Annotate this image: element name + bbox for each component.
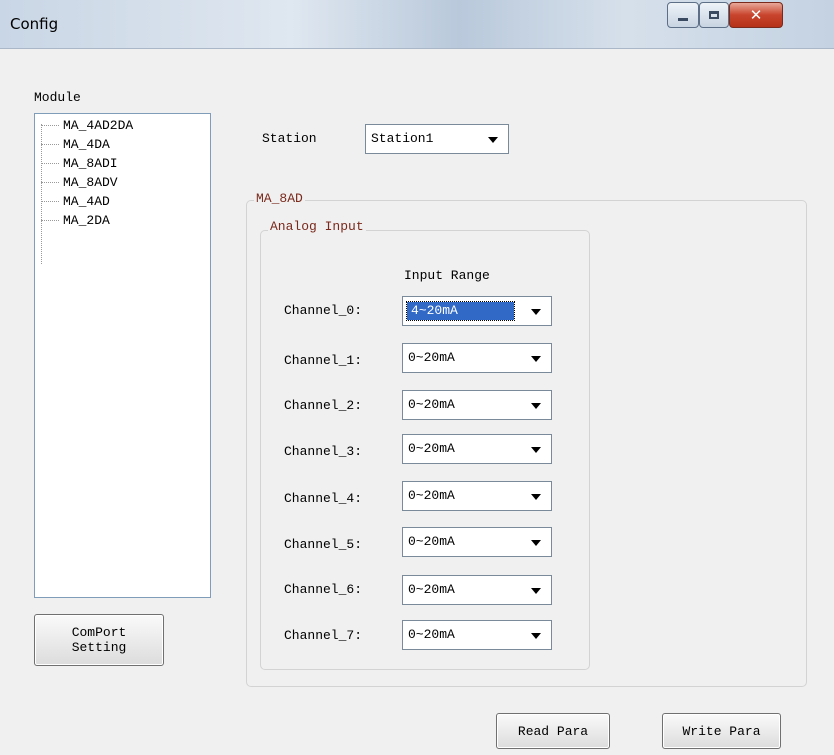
maximize-button[interactable] [699, 2, 729, 28]
tree-item-label: MA_4AD [63, 193, 110, 209]
module-group-title: MA_8AD [254, 191, 305, 206]
title-bar: Config ✕ [0, 0, 834, 49]
channel-4-range-select[interactable]: 0~20mA [402, 481, 552, 511]
channel-7-range-select[interactable]: 0~20mA [402, 620, 552, 650]
comport-setting-button[interactable]: ComPort Setting [34, 614, 164, 666]
chevron-down-icon [531, 356, 541, 362]
channel-6-label: Channel_6: [284, 582, 363, 597]
channel-0-label: Channel_0: [284, 303, 363, 318]
channel-1-range-select[interactable]: 0~20mA [402, 343, 552, 373]
channel-1-value: 0~20mA [408, 350, 455, 365]
chevron-down-icon [531, 403, 541, 409]
maximize-icon [709, 11, 719, 19]
channel-3-value: 0~20mA [408, 441, 455, 456]
channel-6-range-select[interactable]: 0~20mA [402, 575, 552, 605]
channel-2-range-select[interactable]: 0~20mA [402, 390, 552, 420]
channel-2-label: Channel_2: [284, 398, 363, 413]
tree-item-label: MA_8ADI [63, 155, 118, 171]
chevron-down-icon [531, 309, 541, 315]
chevron-down-icon [531, 540, 541, 546]
read-para-button[interactable]: Read Para [496, 713, 610, 749]
module-tree[interactable]: MA_4AD2DA MA_4DA MA_8ADI MA_8ADV MA_4AD … [34, 113, 211, 598]
channel-5-range-select[interactable]: 0~20mA [402, 527, 552, 557]
channel-3-label: Channel_3: [284, 444, 363, 459]
tree-item-ma-4ad[interactable]: MA_4AD [41, 192, 110, 210]
channel-0-value: 4~20mA [406, 301, 515, 321]
channel-5-value: 0~20mA [408, 534, 455, 549]
tree-item-label: MA_2DA [63, 212, 110, 228]
chevron-down-icon [531, 588, 541, 594]
tree-item-ma-8adi[interactable]: MA_8ADI [41, 154, 118, 172]
tree-item-label: MA_4DA [63, 136, 110, 152]
window-title: Config [10, 15, 59, 33]
station-value: Station1 [371, 131, 434, 146]
minimize-icon [678, 17, 688, 21]
analog-input-title: Analog Input [268, 219, 366, 234]
tree-item-ma-4da[interactable]: MA_4DA [41, 135, 110, 153]
chevron-down-icon [531, 633, 541, 639]
channel-1-label: Channel_1: [284, 353, 363, 368]
close-icon: ✕ [749, 5, 763, 24]
module-label: Module [34, 90, 81, 105]
channel-4-value: 0~20mA [408, 488, 455, 503]
input-range-header: Input Range [404, 268, 490, 283]
minimize-button[interactable] [667, 2, 699, 28]
channel-4-label: Channel_4: [284, 491, 363, 506]
chevron-down-icon [531, 494, 541, 500]
tree-item-label: MA_8ADV [63, 174, 118, 190]
channel-5-label: Channel_5: [284, 537, 363, 552]
channel-6-value: 0~20mA [408, 582, 455, 597]
station-select[interactable]: Station1 [365, 124, 509, 154]
channel-3-range-select[interactable]: 0~20mA [402, 434, 552, 464]
tree-item-ma-8adv[interactable]: MA_8ADV [41, 173, 118, 191]
comport-setting-label: ComPort Setting [71, 625, 127, 655]
close-button[interactable]: ✕ [729, 2, 783, 28]
chevron-down-icon [488, 137, 498, 143]
channel-0-range-select[interactable]: 4~20mA [402, 296, 552, 326]
channel-2-value: 0~20mA [408, 397, 455, 412]
channel-7-value: 0~20mA [408, 627, 455, 642]
tree-item-label: MA_4AD2DA [63, 117, 134, 133]
station-label: Station [262, 131, 317, 146]
write-para-button[interactable]: Write Para [662, 713, 781, 749]
tree-item-ma-2da[interactable]: MA_2DA [41, 211, 110, 229]
channel-7-label: Channel_7: [284, 628, 363, 643]
chevron-down-icon [531, 447, 541, 453]
tree-item-ma-4ad2da[interactable]: MA_4AD2DA [41, 116, 133, 134]
